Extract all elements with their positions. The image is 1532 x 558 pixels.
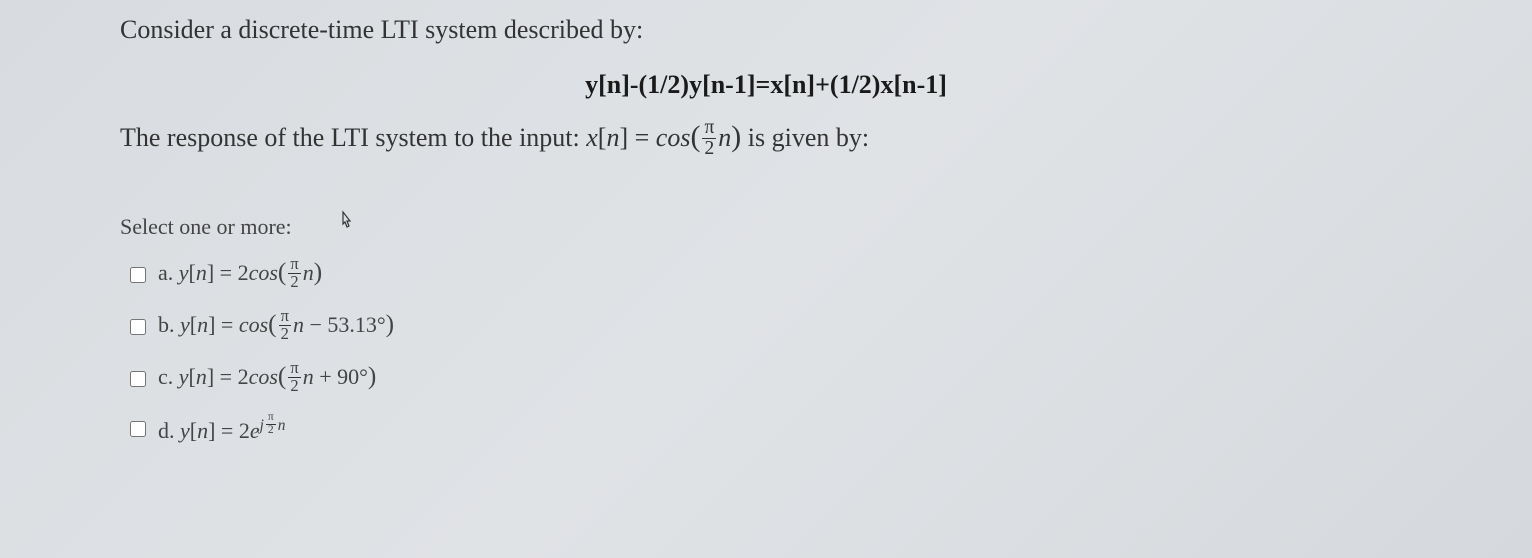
question-response-line: The response of the LTI system to the in… xyxy=(120,120,1412,160)
option-a-label: a. y[n] = 2cos(π2n) xyxy=(158,258,322,292)
option-b[interactable]: b. y[n] = cos(π2n − 53.13°) xyxy=(130,310,1412,344)
checkbox-a[interactable] xyxy=(130,267,146,283)
option-c-label: c. y[n] = 2cos(π2n + 90°) xyxy=(158,362,376,396)
line2-prefix: The response of the LTI system to the in… xyxy=(120,123,586,152)
cursor-pointer-icon xyxy=(336,210,356,240)
option-d[interactable]: d. y[n] = 2ejπ2n xyxy=(130,414,1412,444)
option-b-label: b. y[n] = cos(π2n − 53.13°) xyxy=(158,310,394,344)
question-intro: Consider a discrete-time LTI system desc… xyxy=(120,15,1412,45)
option-c[interactable]: c. y[n] = 2cos(π2n + 90°) xyxy=(130,362,1412,396)
checkbox-b[interactable] xyxy=(130,319,146,335)
options-list: a. y[n] = 2cos(π2n) b. y[n] = cos(π2n − … xyxy=(120,258,1412,444)
line2-suffix: is given by: xyxy=(741,123,869,152)
option-d-label: d. y[n] = 2ejπ2n xyxy=(158,414,285,444)
option-b-letter: b. xyxy=(158,312,175,337)
checkbox-c[interactable] xyxy=(130,371,146,387)
select-label: Select one or more: xyxy=(120,214,292,240)
option-a[interactable]: a. y[n] = 2cos(π2n) xyxy=(130,258,1412,292)
option-d-letter: d. xyxy=(158,418,175,443)
option-c-letter: c. xyxy=(158,364,173,389)
option-a-letter: a. xyxy=(158,260,173,285)
system-equation: y[n]-(1/2)y[n-1]=x[n]+(1/2)x[n-1] xyxy=(120,70,1412,100)
checkbox-d[interactable] xyxy=(130,421,146,437)
